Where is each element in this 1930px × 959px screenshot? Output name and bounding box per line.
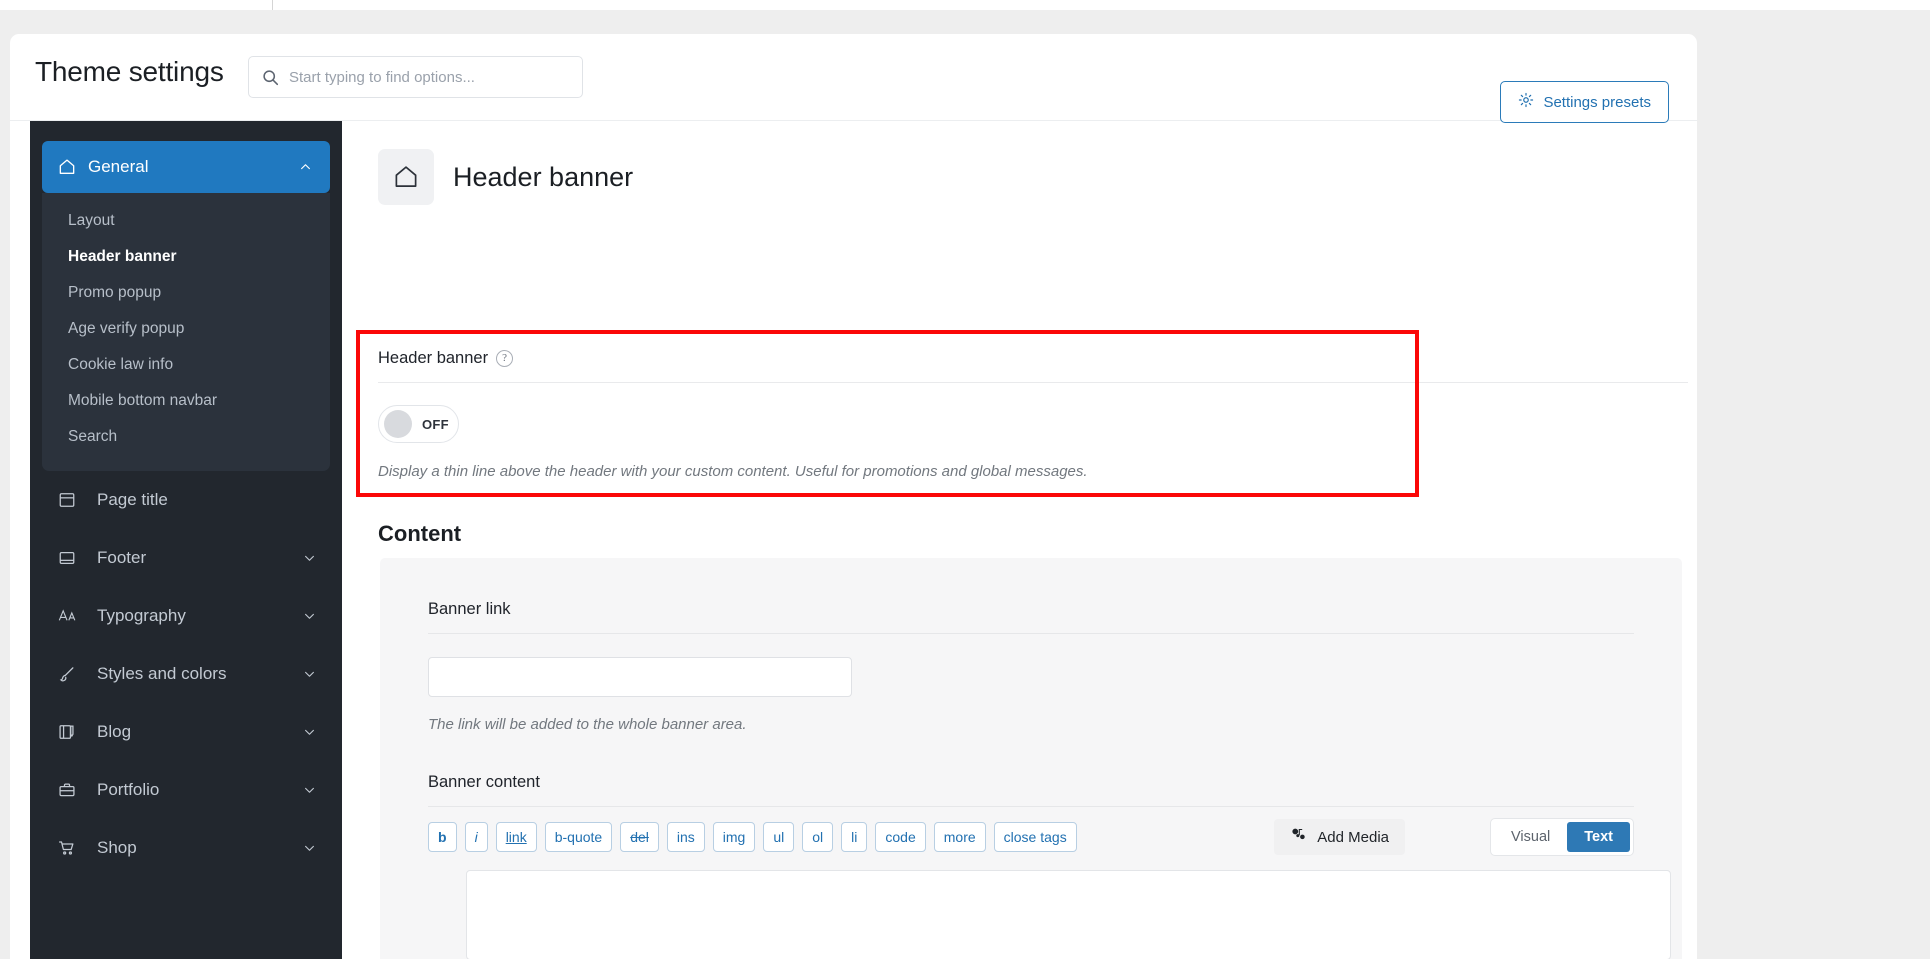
sidebar-submenu: Layout Header banner Promo popup Age ver…	[42, 193, 330, 471]
add-media-label: Add Media	[1317, 828, 1389, 846]
sidebar-item-styles-and-colors[interactable]: Styles and colors	[30, 645, 342, 703]
header-banner-description: Display a thin line above the header wit…	[378, 463, 1088, 480]
home-icon	[378, 149, 434, 205]
chevron-down-icon[interactable]	[303, 726, 316, 739]
chevron-down-icon[interactable]	[303, 610, 316, 623]
quicktag-i[interactable]: i	[464, 822, 488, 852]
sidebar-item-page-title[interactable]: Page title	[30, 471, 342, 529]
toggle-knob	[384, 410, 412, 438]
page-title-icon	[58, 491, 84, 509]
search-input[interactable]	[289, 68, 574, 86]
quicktag-li[interactable]: li	[841, 822, 868, 852]
sidebar-item-label: Blog	[97, 722, 132, 741]
sidebar-item-label: Page title	[97, 490, 168, 509]
section-header: Header banner	[378, 149, 1697, 205]
section-title: Header banner	[453, 161, 634, 192]
sidebar-item-label: Footer	[97, 548, 147, 567]
card-header: Theme settings Settings presets	[10, 34, 1697, 123]
sidebar-item-label: Styles and colors	[97, 664, 227, 683]
quicktag-b-quote[interactable]: b-quote	[544, 822, 613, 852]
editor-mode-switch: Visual Text	[1490, 818, 1634, 856]
chevron-down-icon[interactable]	[303, 668, 316, 681]
banner-link-description: The link will be added to the whole bann…	[428, 716, 747, 733]
help-icon[interactable]: ?	[496, 350, 514, 367]
sidebar-item-age-verify-popup[interactable]: Age verify popup	[42, 311, 330, 347]
header-banner-label-row: Header banner ?	[378, 349, 1688, 383]
chevron-down-icon[interactable]	[303, 552, 316, 565]
viewport-top-strip	[0, 0, 1930, 10]
editor-mode-visual[interactable]: Visual	[1494, 822, 1567, 852]
blog-icon	[58, 723, 84, 741]
footer-icon	[58, 549, 84, 567]
page-title: Theme settings	[35, 56, 224, 87]
quicktag-code[interactable]: code	[875, 822, 926, 852]
settings-presets-button[interactable]: Settings presets	[1500, 81, 1669, 123]
sidebar-item-label: Typography	[97, 606, 186, 625]
banner-link-label: Banner link	[428, 600, 1634, 634]
toggle-state-label: OFF	[422, 416, 449, 432]
sidebar-item-cookie-law-info[interactable]: Cookie law info	[42, 347, 330, 383]
chevron-down-icon[interactable]	[303, 842, 316, 855]
settings-presets-label: Settings presets	[1543, 93, 1651, 111]
sidebar-item-label: Shop	[97, 838, 137, 857]
header-banner-field: Header banner ? OFF Display a thin line …	[378, 349, 1688, 480]
gear-icon	[1518, 92, 1534, 112]
typography-icon	[58, 607, 84, 625]
quicktag-ol[interactable]: ol	[802, 822, 834, 852]
banner-content-editor: b i link b-quote del ins img ul ol li co…	[380, 809, 1682, 959]
editor-toolbar: b i link b-quote del ins img ul ol li co…	[428, 809, 1634, 865]
media-icon	[1290, 827, 1307, 848]
add-media-button[interactable]: Add Media	[1274, 819, 1405, 855]
quicktag-ins[interactable]: ins	[666, 822, 705, 852]
search-icon	[262, 69, 279, 86]
settings-sidebar: General Layout Header banner Promo popup…	[30, 121, 342, 959]
quicktag-more[interactable]: more	[933, 822, 986, 852]
editor-mode-text[interactable]: Text	[1567, 822, 1630, 852]
quicktag-img[interactable]: img	[712, 822, 756, 852]
quicktag-link[interactable]: link	[495, 822, 537, 852]
banner-content-label: Banner content	[428, 773, 1634, 807]
header-banner-label: Header banner	[378, 349, 489, 367]
chevron-down-icon[interactable]	[303, 784, 316, 797]
sidebar-group-general[interactable]: General	[42, 141, 330, 193]
sidebar-item-header-banner[interactable]: Header banner	[42, 239, 330, 275]
sidebar-item-layout[interactable]: Layout	[42, 203, 330, 239]
quicktag-ul[interactable]: ul	[763, 822, 795, 852]
top-strip-right	[273, 0, 1930, 10]
quicktag-close-tags[interactable]: close tags	[993, 822, 1077, 852]
settings-content: Header banner Header banner ? OFF Displa…	[342, 121, 1697, 959]
banner-link-input[interactable]	[428, 657, 852, 697]
briefcase-icon	[58, 781, 84, 799]
chevron-up-icon[interactable]	[299, 161, 312, 174]
content-section-heading: Content	[378, 521, 462, 546]
theme-settings-card: Theme settings Settings presets	[10, 34, 1697, 959]
sidebar-item-search[interactable]: Search	[42, 419, 330, 455]
quicktag-b[interactable]: b	[428, 822, 457, 852]
sidebar-item-footer[interactable]: Footer	[30, 529, 342, 587]
home-icon	[58, 158, 76, 176]
sidebar-item-blog[interactable]: Blog	[30, 703, 342, 761]
banner-content-textarea[interactable]	[466, 870, 1671, 959]
sidebar-item-mobile-bottom-navbar[interactable]: Mobile bottom navbar	[42, 383, 330, 419]
cart-icon	[58, 839, 84, 857]
sidebar-item-label: Portfolio	[97, 780, 160, 799]
sidebar-item-promo-popup[interactable]: Promo popup	[42, 275, 330, 311]
search-box[interactable]	[248, 56, 583, 98]
card-body: General Layout Header banner Promo popup…	[10, 121, 1697, 959]
brush-icon	[58, 665, 84, 683]
sidebar-item-portfolio[interactable]: Portfolio	[30, 761, 342, 819]
sidebar-item-typography[interactable]: Typography	[30, 587, 342, 645]
sidebar-item-shop[interactable]: Shop	[30, 819, 342, 877]
quicktag-del[interactable]: del	[620, 822, 659, 852]
sidebar-group-label: General	[88, 157, 149, 176]
header-banner-toggle[interactable]: OFF	[378, 405, 459, 443]
